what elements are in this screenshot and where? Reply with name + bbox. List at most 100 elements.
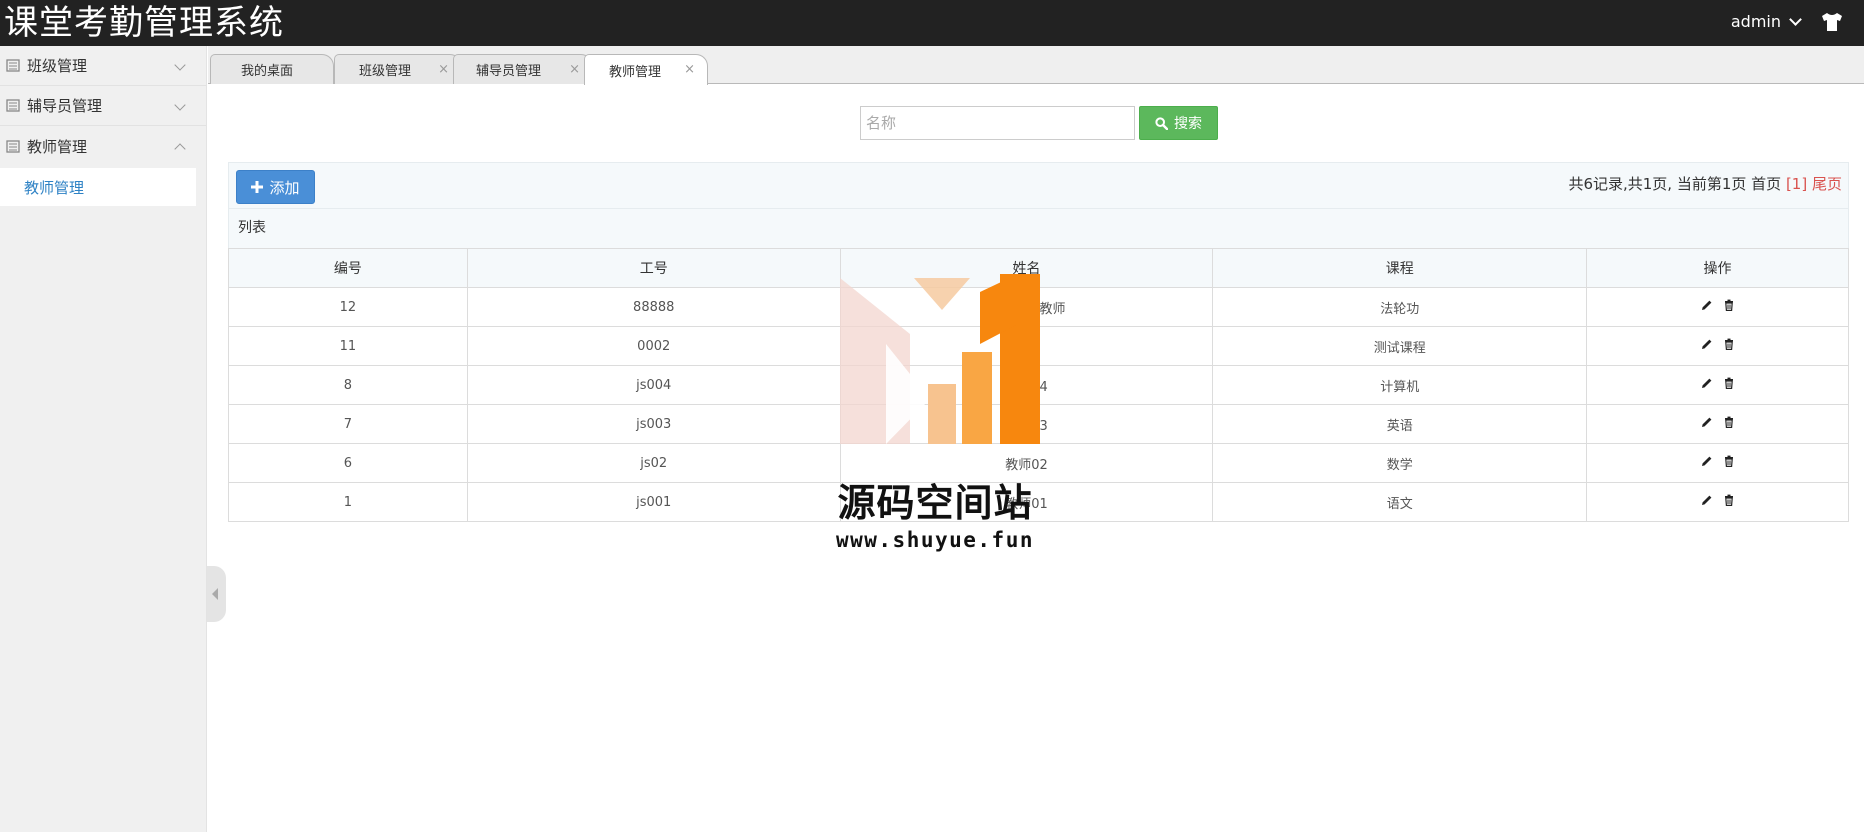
sidebar-group-class[interactable]: 班级管理 bbox=[0, 46, 206, 86]
current-page-link[interactable]: [1] bbox=[1786, 175, 1807, 193]
column-header-work-no: 工号 bbox=[466, 248, 841, 288]
watermark-url: www.shuyue.fun bbox=[835, 528, 1034, 552]
cell-course: 英语 bbox=[1212, 404, 1588, 444]
sidebar-group-label: 班级管理 bbox=[27, 57, 88, 75]
cell-work-no: js004 bbox=[466, 365, 841, 405]
pagination: 共6记录,共1页, 当前第1页 首页 [1] 尾页 bbox=[1568, 173, 1842, 194]
cell-id: 8 bbox=[228, 365, 468, 405]
tab-counselor-management[interactable]: 辅导员管理 × bbox=[453, 54, 593, 84]
cell-actions bbox=[1586, 404, 1849, 444]
list-toolbar: 添加 共6记录,共1页, 当前第1页 首页 [1] 尾页 bbox=[228, 162, 1849, 209]
delete-trash-icon[interactable] bbox=[1723, 299, 1735, 311]
document-icon bbox=[6, 99, 20, 112]
tab-label: 教师管理 bbox=[609, 64, 662, 80]
cell-course: 测试课程 bbox=[1212, 326, 1588, 366]
cell-actions bbox=[1586, 482, 1849, 522]
edit-pencil-icon[interactable] bbox=[1701, 299, 1713, 311]
pagination-summary: 共6记录,共1页, 当前第1页 bbox=[1568, 175, 1747, 193]
chevron-down-icon bbox=[1789, 12, 1802, 26]
edit-pencil-icon[interactable] bbox=[1701, 416, 1713, 428]
close-icon[interactable]: × bbox=[438, 62, 449, 77]
cell-id: 6 bbox=[228, 443, 468, 483]
teacher-table: 编号 工号 姓名 课程 操作 12 88888 我是测试教师 法轮功 11 0002 教师测… bbox=[228, 248, 1849, 522]
table-row: 12 88888 我是测试教师 法轮功 bbox=[228, 287, 1849, 327]
cell-name: 教师02 bbox=[839, 443, 1214, 483]
document-icon bbox=[6, 59, 20, 72]
sidebar-group-label: 教师管理 bbox=[27, 137, 88, 156]
close-icon[interactable]: × bbox=[684, 62, 695, 77]
column-header-actions: 操作 bbox=[1586, 248, 1849, 288]
table-row: 11 0002 教师 测试课程 bbox=[228, 326, 1849, 366]
cell-name: 教师 bbox=[839, 326, 1214, 366]
search-button[interactable]: 搜索 bbox=[1139, 106, 1218, 140]
cell-course: 计算机 bbox=[1212, 365, 1588, 405]
tab-bar: 我的桌面 班级管理 × 辅导员管理 × 教师管理 × bbox=[208, 46, 1864, 85]
table-row: 6 js02 教师02 数学 bbox=[228, 443, 1849, 483]
delete-trash-icon[interactable] bbox=[1723, 338, 1735, 350]
cell-work-no: js02 bbox=[466, 443, 841, 483]
column-header-name: 姓名 bbox=[839, 248, 1214, 288]
edit-pencil-icon[interactable] bbox=[1701, 494, 1713, 506]
edit-pencil-icon[interactable] bbox=[1701, 338, 1713, 350]
edit-pencil-icon[interactable] bbox=[1701, 455, 1713, 467]
table-row: 1 js001 教师01 语文 bbox=[228, 482, 1849, 522]
search-button-label: 搜索 bbox=[1174, 116, 1202, 132]
cell-name: 教师04 bbox=[839, 365, 1214, 405]
cell-actions bbox=[1586, 443, 1849, 483]
chevron-up-icon bbox=[174, 143, 186, 155]
cell-id: 11 bbox=[228, 326, 468, 366]
sidebar-group-teacher[interactable]: 教师管理 bbox=[0, 126, 206, 166]
plus-icon bbox=[251, 181, 264, 193]
cell-actions bbox=[1586, 287, 1849, 327]
sidebar-group-label: 辅导员管理 bbox=[27, 97, 103, 115]
add-button-label: 添加 bbox=[269, 178, 300, 197]
app-title: 课堂考勤管理系统 bbox=[4, 3, 284, 43]
tab-label: 辅导员管理 bbox=[476, 64, 542, 79]
edit-pencil-icon[interactable] bbox=[1701, 377, 1713, 389]
top-header: 课堂考勤管理系统 admin bbox=[0, 0, 1864, 46]
first-page-link[interactable]: 首页 bbox=[1751, 175, 1781, 193]
search-icon bbox=[1155, 116, 1168, 130]
delete-trash-icon[interactable] bbox=[1723, 377, 1735, 389]
username: admin bbox=[1730, 12, 1781, 31]
column-header-id: 编号 bbox=[228, 248, 468, 288]
cell-id: 7 bbox=[228, 404, 468, 444]
add-button[interactable]: 添加 bbox=[236, 170, 315, 204]
delete-trash-icon[interactable] bbox=[1723, 494, 1735, 506]
sidebar: 班级管理 辅导员管理 教师管理 教师管理 bbox=[0, 46, 207, 832]
sidebar-group-counselor[interactable]: 辅导员管理 bbox=[0, 86, 206, 126]
search-input[interactable] bbox=[860, 106, 1135, 140]
tab-label: 我的桌面 bbox=[241, 64, 294, 79]
cell-actions bbox=[1586, 326, 1849, 366]
cell-id: 1 bbox=[228, 482, 468, 522]
cell-work-no: js001 bbox=[466, 482, 841, 522]
chevron-down-icon bbox=[174, 99, 186, 111]
user-menu[interactable]: admin bbox=[1730, 12, 1802, 31]
delete-trash-icon[interactable] bbox=[1723, 416, 1735, 428]
tab-class-management[interactable]: 班级管理 × bbox=[334, 54, 462, 84]
table-row: 7 js003 教师03 英语 bbox=[228, 404, 1849, 444]
cell-name: 教师03 bbox=[839, 404, 1214, 444]
cell-name: 教师01 bbox=[839, 482, 1214, 522]
sidebar-collapse-handle[interactable] bbox=[207, 566, 226, 622]
cell-work-no: 88888 bbox=[466, 287, 841, 327]
tab-teacher-management[interactable]: 教师管理 × bbox=[584, 54, 708, 85]
cell-work-no: 0002 bbox=[466, 326, 841, 366]
delete-trash-icon[interactable] bbox=[1723, 455, 1735, 467]
document-icon bbox=[6, 139, 20, 153]
last-page-link[interactable]: 尾页 bbox=[1812, 175, 1842, 193]
cell-work-no: js003 bbox=[466, 404, 841, 444]
chevron-down-icon bbox=[174, 59, 186, 71]
tshirt-icon[interactable] bbox=[1820, 11, 1844, 33]
table-header-row: 编号 工号 姓名 课程 操作 bbox=[228, 248, 1849, 288]
table-row: 8 js004 教师04 计算机 bbox=[228, 365, 1849, 405]
cell-course: 数学 bbox=[1212, 443, 1588, 483]
sidebar-item-teacher-management[interactable]: 教师管理 bbox=[0, 168, 196, 206]
list-caption: 列表 bbox=[228, 209, 1849, 249]
cell-course: 语文 bbox=[1212, 482, 1588, 522]
close-icon[interactable]: × bbox=[569, 62, 580, 77]
cell-course: 法轮功 bbox=[1212, 287, 1588, 327]
tab-desktop[interactable]: 我的桌面 bbox=[210, 54, 334, 84]
cell-name: 我是测试教师 bbox=[839, 287, 1214, 327]
tab-label: 班级管理 bbox=[359, 64, 412, 79]
